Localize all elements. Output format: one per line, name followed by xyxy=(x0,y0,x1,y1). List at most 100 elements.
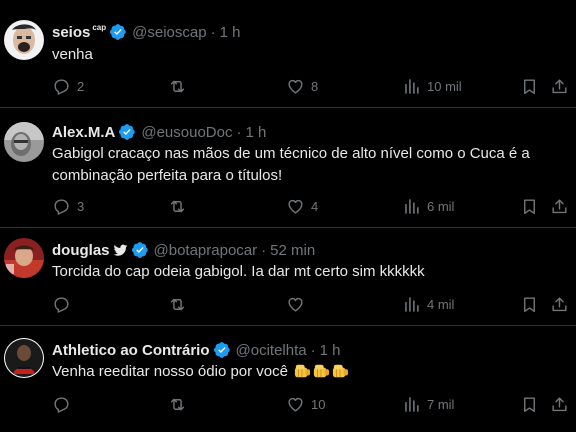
reply-count: 2 xyxy=(77,78,85,94)
reply-button[interactable]: 2 xyxy=(52,76,84,96)
like-count: 4 xyxy=(311,198,319,214)
bookmark-button[interactable] xyxy=(520,196,539,216)
tweet-actions: 2 8 10 mil xyxy=(52,76,572,96)
like-button[interactable] xyxy=(286,294,311,314)
reply-icon xyxy=(52,395,71,414)
tweet[interactable]: douglas @botaprapocar · 52 min Torcida d… xyxy=(0,228,576,326)
views-icon xyxy=(402,77,421,96)
reply-button[interactable] xyxy=(52,294,77,314)
share-button[interactable] xyxy=(550,196,569,216)
avatar[interactable] xyxy=(4,238,44,278)
share-button[interactable] xyxy=(550,394,569,414)
like-count: 8 xyxy=(311,78,319,94)
like-button[interactable]: 10 xyxy=(286,394,325,414)
avatar[interactable] xyxy=(4,122,44,162)
bookmark-icon xyxy=(520,395,539,414)
views-button[interactable]: 4 mil xyxy=(402,294,454,314)
avatar[interactable] xyxy=(4,338,44,378)
timestamp[interactable]: 1 h xyxy=(220,24,241,41)
separator-dot: · xyxy=(210,23,216,41)
separator-dot: · xyxy=(236,123,242,141)
verified-badge-icon xyxy=(131,241,149,259)
like-count: 10 xyxy=(311,396,326,412)
like-button[interactable]: 4 xyxy=(286,196,318,216)
oncoming-fist-icon xyxy=(312,363,330,379)
user-handle[interactable]: @seioscap xyxy=(132,24,206,41)
tweet[interactable]: seios cap @seioscap · 1 h venha 2 8 10 m… xyxy=(0,0,576,108)
tweet[interactable]: Alex.M.A @eusouoDoc · 1 h Gabigol cracaç… xyxy=(0,108,576,228)
retweet-button[interactable] xyxy=(168,394,193,414)
heart-icon xyxy=(286,77,305,96)
separator-dot: · xyxy=(310,341,316,359)
share-button[interactable] xyxy=(550,294,569,314)
view-count: 7 mil xyxy=(427,396,455,412)
tweet-header: seios cap @seioscap · 1 h xyxy=(52,22,240,42)
user-handle[interactable]: @botaprapocar xyxy=(154,242,258,259)
user-handle[interactable]: @ocitelhta xyxy=(236,342,307,359)
views-button[interactable]: 6 mil xyxy=(402,196,454,216)
views-icon xyxy=(402,395,421,414)
retweet-button[interactable] xyxy=(168,76,193,96)
user-handle[interactable]: @eusouoDoc xyxy=(141,124,232,141)
tweet-actions: 4 mil xyxy=(52,294,572,314)
share-icon xyxy=(550,395,569,414)
display-name[interactable]: Athletico ao Contrário xyxy=(52,342,210,359)
bookmark-icon xyxy=(520,197,539,216)
verified-badge-icon xyxy=(118,123,136,141)
retweet-icon xyxy=(168,77,187,96)
share-button[interactable] xyxy=(550,76,569,96)
tweet-actions: 10 7 mil xyxy=(52,394,572,414)
view-count: 10 mil xyxy=(427,78,462,94)
views-button[interactable]: 10 mil xyxy=(402,76,462,96)
retweet-icon xyxy=(168,197,187,216)
share-icon xyxy=(550,295,569,314)
display-name[interactable]: Alex.M.A xyxy=(52,124,115,141)
bookmark-button[interactable] xyxy=(520,394,539,414)
oncoming-fist-icon xyxy=(331,363,349,379)
retweet-icon xyxy=(168,295,187,314)
tweet-actions: 3 4 6 mil xyxy=(52,196,572,216)
reply-count: 3 xyxy=(77,198,85,214)
display-name-superscript: cap xyxy=(92,22,107,32)
avatar[interactable] xyxy=(4,20,44,60)
timestamp[interactable]: 1 h xyxy=(320,342,341,359)
views-button[interactable]: 7 mil xyxy=(402,394,454,414)
tweet-text-container: Venha reeditar nosso ódio por você xyxy=(52,361,552,383)
reply-button[interactable] xyxy=(52,394,77,414)
timestamp[interactable]: 52 min xyxy=(270,242,315,259)
bookmark-icon xyxy=(520,77,539,96)
tweet-header: douglas @botaprapocar · 52 min xyxy=(52,240,315,260)
verified-badge-icon xyxy=(213,341,231,359)
share-icon xyxy=(550,197,569,216)
heart-icon xyxy=(286,197,305,216)
bookmark-button[interactable] xyxy=(520,76,539,96)
display-name[interactable]: seios xyxy=(52,24,90,41)
views-icon xyxy=(402,197,421,216)
tweet-header: Athletico ao Contrário @ocitelhta · 1 h xyxy=(52,340,340,360)
tweet-text: Venha reeditar nosso ódio por você xyxy=(52,363,288,380)
retweet-button[interactable] xyxy=(168,294,193,314)
oncoming-fist-icon xyxy=(293,363,311,379)
bookmark-icon xyxy=(520,295,539,314)
reply-icon xyxy=(52,77,71,96)
timestamp[interactable]: 1 h xyxy=(245,124,266,141)
bookmark-button[interactable] xyxy=(520,294,539,314)
twitter-bird-icon xyxy=(113,243,128,258)
reply-button[interactable]: 3 xyxy=(52,196,84,216)
share-icon xyxy=(550,77,569,96)
like-button[interactable]: 8 xyxy=(286,76,318,96)
display-name[interactable]: douglas xyxy=(52,242,110,259)
heart-icon xyxy=(286,295,305,314)
retweet-button[interactable] xyxy=(168,196,193,216)
views-icon xyxy=(402,295,421,314)
view-count: 6 mil xyxy=(427,198,455,214)
reply-icon xyxy=(52,295,71,314)
view-count: 4 mil xyxy=(427,296,455,312)
tweet-header: Alex.M.A @eusouoDoc · 1 h xyxy=(52,122,266,142)
tweet-text: Gabigol cracaço nas mãos de um técnico d… xyxy=(52,145,530,184)
heart-icon xyxy=(286,395,305,414)
tweet-text: Torcida do cap odeia gabigol. Ia dar mt … xyxy=(52,263,425,280)
retweet-icon xyxy=(168,395,187,414)
verified-badge-icon xyxy=(109,23,127,41)
tweet[interactable]: Athletico ao Contrário @ocitelhta · 1 h … xyxy=(0,326,576,432)
